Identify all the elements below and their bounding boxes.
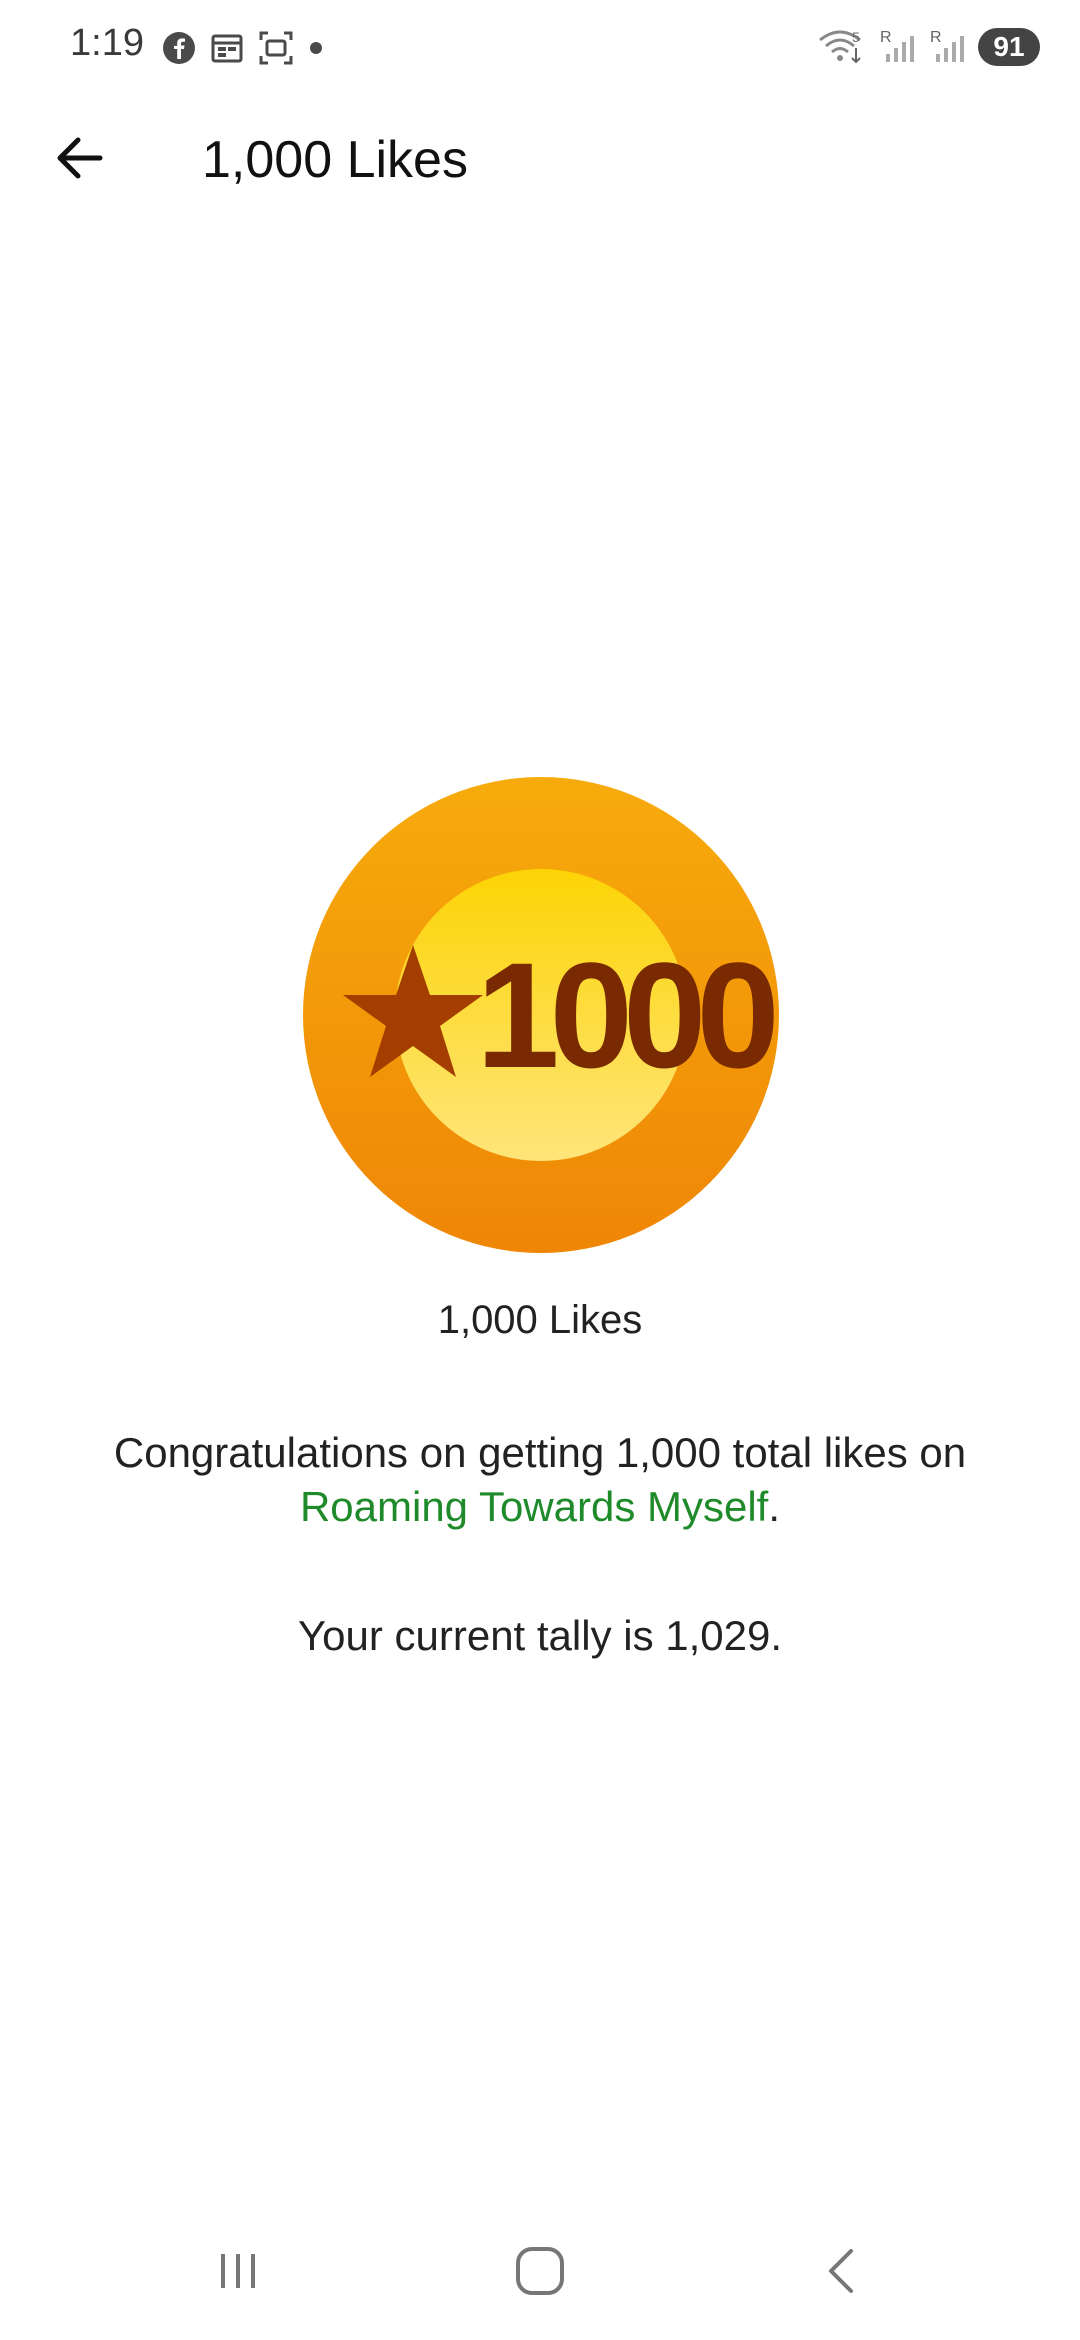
- badge-number: 1000: [476, 931, 774, 1099]
- status-bar: 1:19 5 R R 91: [0, 0, 1080, 100]
- back-button[interactable]: [40, 118, 120, 198]
- calendar-icon: [211, 34, 243, 63]
- app-bar: 1,000 Likes: [0, 110, 1080, 210]
- dot-icon: [310, 42, 322, 54]
- message-suffix: .: [768, 1483, 781, 1530]
- svg-text:R: R: [930, 29, 942, 46]
- screenshot-icon: [259, 31, 293, 65]
- page-title: 1,000 Likes: [202, 131, 468, 189]
- home-button[interactable]: [480, 2236, 600, 2306]
- recent-apps-icon: [221, 2254, 255, 2288]
- status-icons-left: [162, 30, 324, 66]
- congratulations-message: Congratulations on getting 1,000 total l…: [60, 1426, 1020, 1534]
- back-arrow-icon: [57, 137, 103, 179]
- tally-text: Your current tally is 1,029.: [297, 1612, 783, 1659]
- svg-text:5: 5: [852, 29, 860, 45]
- home-icon: [516, 2247, 564, 2295]
- status-time: 1:19: [70, 22, 144, 64]
- battery-indicator: 91: [978, 28, 1040, 66]
- system-nav-bar: [0, 2220, 1080, 2320]
- wifi-icon: 5: [819, 29, 861, 64]
- back-icon: [829, 2249, 853, 2293]
- facebook-icon: [163, 32, 195, 64]
- svg-text:R: R: [880, 29, 892, 46]
- blog-link[interactable]: Roaming Towards Myself: [300, 1483, 768, 1530]
- badge-label: 1,000 Likes: [437, 1298, 643, 1342]
- achievement-badge: 1000: [303, 777, 779, 1253]
- signal-r-icon: R: [930, 29, 964, 62]
- recent-apps-button[interactable]: [178, 2236, 298, 2306]
- message-prefix: Congratulations on getting 1,000 total l…: [113, 1429, 967, 1476]
- nav-back-button[interactable]: [782, 2236, 902, 2306]
- status-icons-right: 5 R R 91: [818, 28, 1040, 66]
- signal-r-icon: R: [880, 29, 914, 62]
